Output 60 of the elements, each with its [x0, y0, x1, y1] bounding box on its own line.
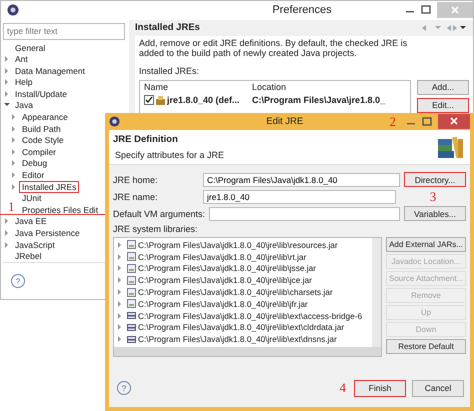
tree-item[interactable]: Java — [12, 99, 36, 112]
library-item[interactable]: C:\Program Files\Java\jdk1.8.0_40\jre\lib\jsse.jar — [138, 263, 316, 274]
library-item[interactable]: C:\Program Files\Java\jdk1.8.0_40\jre\lib\ext\cldrdata.jar — [138, 322, 344, 332]
field-button[interactable]: Variables... — [404, 206, 466, 221]
dialog-subtitle: Specify attributes for a JRE — [114, 150, 224, 160]
tree-item[interactable]: General — [12, 42, 48, 54]
table-cell: jre1.8.0_40 (def... — [167, 95, 240, 106]
library-button[interactable]: Restore Default — [386, 339, 466, 354]
tree-item[interactable]: Installed JREs — [19, 180, 80, 193]
tree-item[interactable]: JavaScript — [12, 238, 58, 251]
field-label: JRE name: — [113, 192, 159, 202]
jre-button[interactable]: Edit... — [417, 98, 469, 113]
column-header: Location — [252, 82, 288, 92]
column-header: Name — [143, 82, 170, 92]
tree-item[interactable]: Code Style — [19, 134, 67, 146]
jre-button[interactable]: Add... — [417, 80, 469, 95]
annotation-number: 1 — [8, 199, 14, 215]
field-button[interactable]: Directory... — [404, 172, 466, 187]
library-item[interactable]: C:\Program Files\Java\jdk1.8.0_40\jre\lib\charsets.jar — [138, 287, 333, 298]
page-heading: Installed JREs — [135, 22, 200, 34]
tree-item[interactable]: Debug — [19, 157, 50, 170]
tree-item[interactable]: Build Path — [19, 122, 64, 135]
library-item[interactable]: C:\Program Files\Java\jdk1.8.0_40\jre\lib\jce.jar — [138, 275, 312, 286]
input-field[interactable]: jre1.8.0_40 — [203, 190, 396, 204]
tree-item[interactable]: Appearance — [19, 111, 71, 124]
library-item[interactable]: C:\Program Files\Java\jdk1.8.0_40\jre\lib\rt.jar — [138, 252, 306, 262]
annotation-number: 3 — [428, 188, 438, 204]
tree-item[interactable]: JRebel — [12, 250, 44, 262]
tree-item[interactable]: Data Management — [12, 64, 88, 77]
annotation-number: 4 — [340, 380, 346, 396]
library-item[interactable]: C:\Program Files\Java\jdk1.8.0_40\jre\lib\ext\access-bridge-6 — [138, 310, 362, 321]
dialog-heading: JRE Definition — [113, 134, 179, 145]
library-item[interactable]: C:\Program Files\Java\jdk1.8.0_40\jre\lib\ext\dnsns.jar — [138, 334, 337, 344]
tree-item[interactable]: Help — [12, 76, 36, 88]
tree-item[interactable]: JUnit — [19, 192, 44, 204]
help-button[interactable]: ? — [11, 274, 25, 288]
library-item[interactable]: C:\Program Files\Java\jdk1.8.0_40\jre\lib\resources.jar — [138, 240, 338, 250]
annotation-number: 2 — [390, 114, 396, 130]
tree-item[interactable]: Editor — [19, 169, 48, 182]
list-label: JRE system libraries: — [113, 224, 199, 234]
field-label: Default VM arguments: — [113, 208, 206, 218]
dialog-button[interactable]: Cancel — [412, 380, 464, 396]
dialog-title: Edit JRE — [265, 116, 304, 127]
table-cell-text: C:\Program Files\Java\jre1.8.0_ — [252, 95, 386, 106]
list-label: Installed JREs: — [139, 66, 200, 76]
dialog-button[interactable]: Finish — [354, 380, 406, 396]
window-title: Preferences — [271, 4, 333, 16]
library-button[interactable]: Add External JARs... — [386, 237, 466, 252]
help-button[interactable]: ? — [117, 381, 131, 395]
tree-item[interactable]: Install/Update — [12, 88, 70, 100]
tree-item[interactable]: Properties Files Edit — [19, 204, 102, 216]
field-label: JRE home: — [113, 174, 159, 184]
library-item[interactable]: C:\Program Files\Java\jdk1.8.0_40\jre\lib\jfr.jar — [138, 298, 308, 309]
tree-item[interactable]: Java Persistence — [12, 227, 83, 240]
input-field[interactable]: C:\Program Files\Java\jdk1.8.0_40 — [203, 172, 400, 186]
tree-item[interactable]: Ant — [12, 53, 31, 66]
filter-field[interactable]: type filter text — [3, 22, 125, 40]
tree-item[interactable]: Compiler — [19, 146, 60, 158]
tree-item[interactable]: Java EE — [12, 215, 50, 228]
description-text: Add, remove or edit JRE definitions. By default, the checked JRE is added to the build path of newly created Java projects. — [139, 38, 408, 58]
